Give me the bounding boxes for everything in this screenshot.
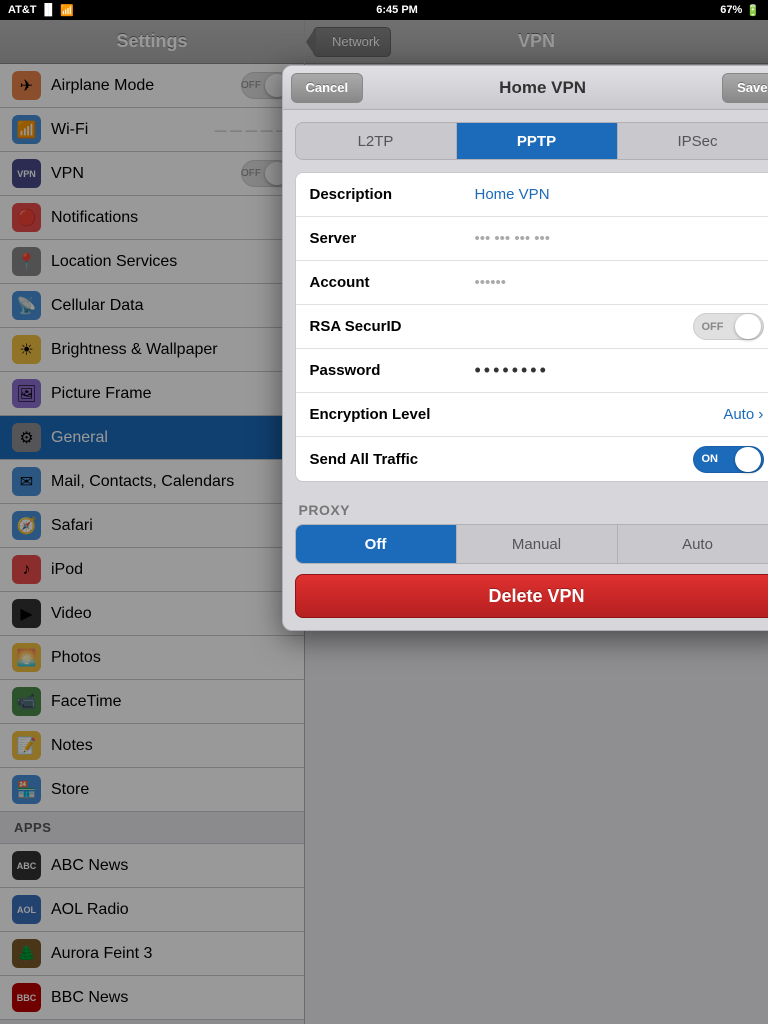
field-label-password: Password bbox=[310, 362, 475, 379]
signal-icon: ▐▌ bbox=[41, 4, 57, 16]
proxy-tab-selector: Off Manual Auto bbox=[295, 524, 768, 564]
save-button[interactable]: Save bbox=[722, 73, 768, 103]
tab-l2tp[interactable]: L2TP bbox=[296, 123, 457, 159]
form-row-password[interactable]: Password •••••••• bbox=[296, 349, 768, 393]
traffic-toggle-knob bbox=[735, 447, 761, 472]
modal-title: Home VPN bbox=[499, 78, 586, 98]
proxy-section: Proxy Off Manual Auto bbox=[295, 494, 768, 564]
delete-label: Delete VPN bbox=[488, 586, 584, 607]
chevron-icon: › bbox=[758, 406, 763, 424]
carrier: AT&T bbox=[8, 4, 37, 16]
main-container: Settings ✈ Airplane Mode OFF 📶 Wi-Fi — —… bbox=[0, 20, 768, 1024]
rsa-toggle[interactable]: OFF bbox=[693, 313, 764, 340]
delete-vpn-button[interactable]: Delete VPN bbox=[295, 574, 768, 618]
battery-percent: 67% bbox=[720, 4, 742, 16]
field-label-encryption: Encryption Level bbox=[310, 406, 475, 423]
rsa-toggle-knob bbox=[735, 314, 761, 339]
status-right: 67% 🔋 bbox=[720, 4, 760, 17]
proxy-label: Proxy bbox=[295, 494, 768, 524]
tab-pptp[interactable]: PPTP bbox=[457, 123, 618, 159]
status-bar: AT&T ▐▌ 📶 6:45 PM 67% 🔋 bbox=[0, 0, 768, 20]
status-left: AT&T ▐▌ 📶 bbox=[8, 4, 74, 17]
form-row-encryption[interactable]: Encryption Level Auto › bbox=[296, 393, 768, 437]
proxy-tab-off[interactable]: Off bbox=[296, 525, 457, 563]
traffic-toggle[interactable]: ON bbox=[693, 446, 764, 473]
form-row-traffic: Send All Traffic ON bbox=[296, 437, 768, 481]
vpn-modal: Cancel Home VPN Save L2TP PPTP IPSec Des… bbox=[282, 65, 768, 631]
traffic-toggle-label: ON bbox=[702, 453, 719, 465]
field-value-description: Home VPN bbox=[475, 186, 764, 203]
form-row-rsa: RSA SecurID OFF bbox=[296, 305, 768, 349]
rsa-toggle-label: OFF bbox=[702, 321, 724, 333]
field-label-account: Account bbox=[310, 274, 475, 291]
wifi-icon: 📶 bbox=[60, 4, 74, 17]
field-label-description: Description bbox=[310, 186, 475, 203]
field-label-traffic: Send All Traffic bbox=[310, 451, 475, 468]
proxy-tab-manual[interactable]: Manual bbox=[457, 525, 618, 563]
status-time: 6:45 PM bbox=[376, 4, 418, 16]
field-value-account: •••••• bbox=[475, 274, 764, 291]
proxy-tab-auto[interactable]: Auto bbox=[618, 525, 768, 563]
right-panel: Network VPN VPN OFF Choose a Configurati… bbox=[305, 20, 768, 1024]
form-row-description[interactable]: Description Home VPN bbox=[296, 173, 768, 217]
battery-icon: 🔋 bbox=[746, 4, 760, 17]
form-row-server[interactable]: Server ••• ••• ••• ••• bbox=[296, 217, 768, 261]
protocol-tab-selector: L2TP PPTP IPSec bbox=[295, 122, 768, 160]
field-label-server: Server bbox=[310, 230, 475, 247]
form-row-account[interactable]: Account •••••• bbox=[296, 261, 768, 305]
tab-ipsec[interactable]: IPSec bbox=[618, 123, 768, 159]
field-value-encryption: Auto › bbox=[475, 406, 764, 424]
field-label-rsa: RSA SecurID bbox=[310, 318, 475, 335]
field-value-password: •••••••• bbox=[475, 360, 764, 381]
field-value-server: ••• ••• ••• ••• bbox=[475, 230, 764, 247]
cancel-button[interactable]: Cancel bbox=[291, 73, 364, 103]
form-section: Description Home VPN Server ••• ••• ••• … bbox=[295, 172, 768, 482]
modal-header: Cancel Home VPN Save bbox=[283, 66, 768, 110]
